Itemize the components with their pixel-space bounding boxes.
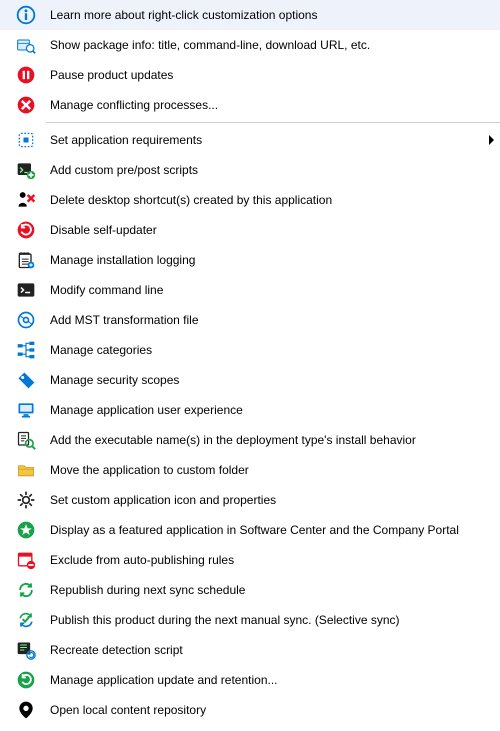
- terminal-icon: [4, 280, 40, 300]
- location-pin-icon: [4, 700, 40, 720]
- disc-icon: [4, 310, 40, 330]
- menu-label: Move the application to custom folder: [40, 463, 500, 477]
- menu-label: Publish this product during the next man…: [40, 613, 500, 627]
- menu-label: Add the executable name(s) in the deploy…: [40, 433, 500, 447]
- menu-item-manage-categories[interactable]: Manage categories: [0, 335, 500, 365]
- menu-item-disable-self-updater[interactable]: Disable self-updater: [0, 215, 500, 245]
- menu-label: Display as a featured application in Sof…: [40, 523, 500, 537]
- menu-label: Manage application update and retention.…: [40, 673, 500, 687]
- update-retention-icon: [4, 670, 40, 690]
- menu-label: Show package info: title, command-line, …: [40, 38, 500, 52]
- tag-icon: [4, 370, 40, 390]
- selective-sync-icon: [4, 610, 40, 630]
- menu-label: Add custom pre/post scripts: [40, 163, 500, 177]
- delete-shortcut-icon: [4, 190, 40, 210]
- menu-label: Pause product updates: [40, 68, 500, 82]
- menu-item-manage-scopes[interactable]: Manage security scopes: [0, 365, 500, 395]
- calendar-exclude-icon: [4, 550, 40, 570]
- menu-item-open-local-repo[interactable]: Open local content repository: [0, 695, 500, 725]
- script-refresh-icon: [4, 640, 40, 660]
- conflict-icon: [4, 95, 40, 115]
- menu-label: Modify command line: [40, 283, 500, 297]
- menu-item-show-package-info[interactable]: Show package info: title, command-line, …: [0, 30, 500, 60]
- disable-updater-icon: [4, 220, 40, 240]
- menu-item-manage-update-retention[interactable]: Manage application update and retention.…: [0, 665, 500, 695]
- menu-label: Exclude from auto-publishing rules: [40, 553, 500, 567]
- package-info-icon: [4, 35, 40, 55]
- menu-item-add-scripts[interactable]: Add custom pre/post scripts: [0, 155, 500, 185]
- menu-item-display-featured[interactable]: Display as a featured application in Sof…: [0, 515, 500, 545]
- menu-label: Set custom application icon and properti…: [40, 493, 500, 507]
- menu-label: Recreate detection script: [40, 643, 500, 657]
- submenu-arrow-icon: [489, 135, 494, 145]
- menu-label: Add MST transformation file: [40, 313, 500, 327]
- menu-item-set-requirements[interactable]: Set application requirements: [0, 125, 500, 155]
- menu-item-republish-sync[interactable]: Republish during next sync schedule: [0, 575, 500, 605]
- menu-label: Learn more about right-click customizati…: [40, 8, 500, 22]
- menu-item-pause-updates[interactable]: Pause product updates: [0, 60, 500, 90]
- gear-icon: [4, 490, 40, 510]
- menu-label: Open local content repository: [40, 703, 500, 717]
- menu-item-add-mst[interactable]: Add MST transformation file: [0, 305, 500, 335]
- requirements-icon: [4, 130, 40, 150]
- menu-label: Manage installation logging: [40, 253, 500, 267]
- script-add-icon: [4, 160, 40, 180]
- menu-item-learn-more[interactable]: Learn more about right-click customizati…: [0, 0, 500, 30]
- categories-icon: [4, 340, 40, 360]
- menu-item-move-folder[interactable]: Move the application to custom folder: [0, 455, 500, 485]
- pause-icon: [4, 65, 40, 85]
- menu-separator: [46, 122, 500, 123]
- star-badge-icon: [4, 520, 40, 540]
- menu-label: Disable self-updater: [40, 223, 500, 237]
- menu-label: Manage application user experience: [40, 403, 500, 417]
- menu-item-delete-shortcuts[interactable]: Delete desktop shortcut(s) created by th…: [0, 185, 500, 215]
- menu-item-manage-logging[interactable]: Manage installation logging: [0, 245, 500, 275]
- logging-icon: [4, 250, 40, 270]
- folder-icon: [4, 460, 40, 480]
- menu-label: Manage conflicting processes...: [40, 98, 500, 112]
- menu-item-manage-ux[interactable]: Manage application user experience: [0, 395, 500, 425]
- menu-item-modify-cmdline[interactable]: Modify command line: [0, 275, 500, 305]
- context-menu: Learn more about right-click customizati…: [0, 0, 500, 725]
- info-icon: [4, 5, 40, 25]
- menu-label: Delete desktop shortcut(s) created by th…: [40, 193, 500, 207]
- menu-item-set-icon[interactable]: Set custom application icon and properti…: [0, 485, 500, 515]
- sync-icon: [4, 580, 40, 600]
- menu-label: Manage categories: [40, 343, 500, 357]
- menu-label: Republish during next sync schedule: [40, 583, 500, 597]
- menu-label: Manage security scopes: [40, 373, 500, 387]
- monitor-icon: [4, 400, 40, 420]
- menu-item-exclude-auto[interactable]: Exclude from auto-publishing rules: [0, 545, 500, 575]
- menu-item-publish-selective[interactable]: Publish this product during the next man…: [0, 605, 500, 635]
- menu-item-manage-conflicting[interactable]: Manage conflicting processes...: [0, 90, 500, 120]
- menu-item-add-exe-names[interactable]: Add the executable name(s) in the deploy…: [0, 425, 500, 455]
- menu-item-recreate-detection[interactable]: Recreate detection script: [0, 635, 500, 665]
- magnify-page-icon: [4, 430, 40, 450]
- menu-label: Set application requirements: [40, 133, 500, 147]
